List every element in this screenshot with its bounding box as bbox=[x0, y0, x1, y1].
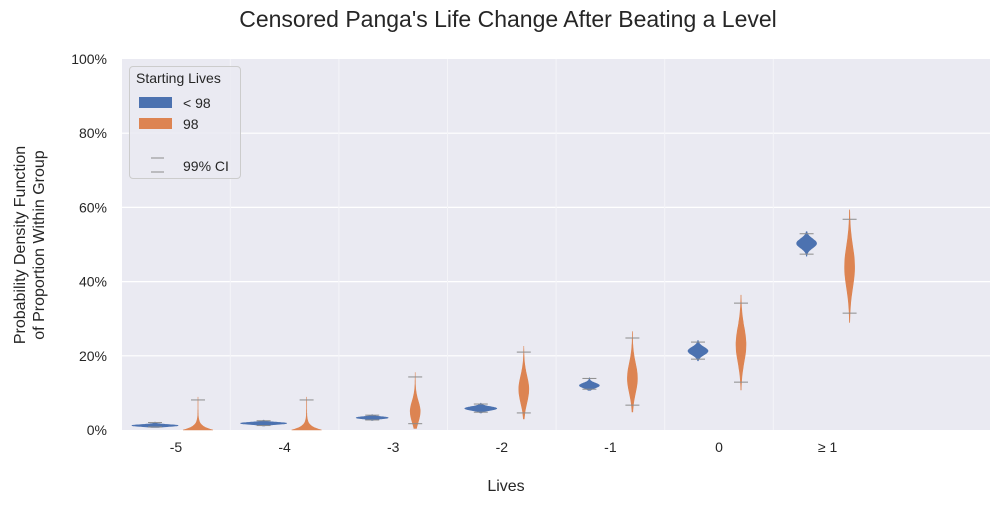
ci-whisker-icon bbox=[151, 157, 164, 173]
legend-title: Starting Lives bbox=[136, 70, 221, 86]
x-tick-label: -4 bbox=[278, 439, 291, 455]
y-tick-label: 40% bbox=[79, 274, 107, 290]
y-tick-label: 20% bbox=[79, 348, 107, 364]
y-tick-label: 80% bbox=[79, 125, 107, 141]
x-tick-label: ≥ 1 bbox=[818, 439, 838, 455]
y-tick-label: 0% bbox=[87, 422, 107, 438]
legend-label: 99% CI bbox=[183, 158, 229, 174]
x-tick-label: -5 bbox=[170, 439, 183, 455]
legend-label: < 98 bbox=[183, 95, 211, 111]
y-tick-label: 60% bbox=[79, 199, 107, 215]
y-tick-label: 100% bbox=[71, 51, 107, 67]
legend-label: 98 bbox=[183, 116, 199, 132]
x-tick-label: -2 bbox=[496, 439, 509, 455]
x-tick-label: -3 bbox=[387, 439, 400, 455]
legend-swatch-orange bbox=[139, 118, 172, 129]
x-tick-label: 0 bbox=[715, 439, 723, 455]
legend-swatch-blue bbox=[139, 97, 172, 108]
legend: Starting Lives < 98 98 99% CI bbox=[129, 66, 241, 179]
x-tick-label: -1 bbox=[604, 439, 617, 455]
